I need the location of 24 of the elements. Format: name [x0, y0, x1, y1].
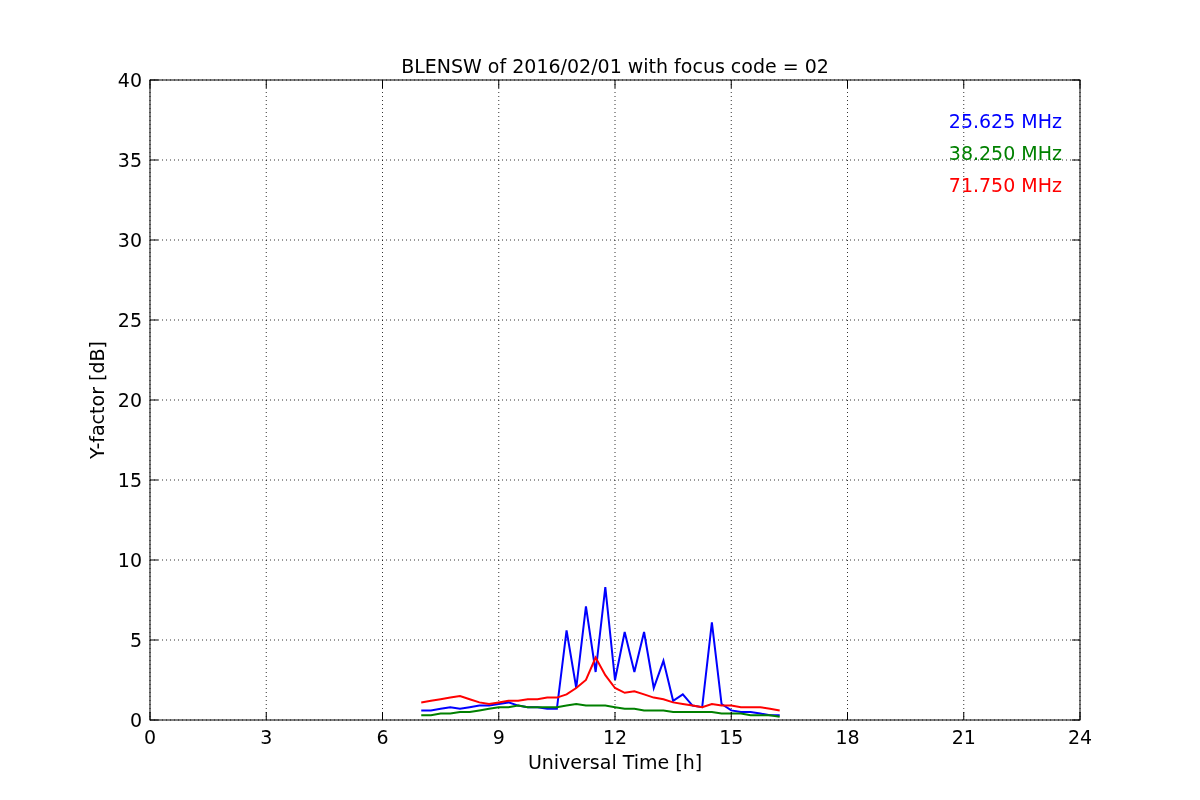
x-tick-label: 18 [835, 726, 860, 748]
y-tick-label: 0 [129, 709, 142, 731]
y-axis-label: Y-factor [dB] [86, 341, 108, 459]
x-tick-label: 12 [602, 726, 628, 748]
y-tick-label: 15 [117, 469, 142, 491]
chart-title: BLENSW of 2016/02/01 with focus code = 02 [401, 55, 829, 77]
x-tick-label: 6 [376, 726, 389, 748]
y-tick-label: 35 [117, 149, 142, 171]
x-tick-label: 15 [719, 726, 744, 748]
y-tick-label: 40 [117, 69, 142, 91]
x-tick-label: 21 [951, 726, 976, 748]
y-tick-label: 5 [129, 629, 142, 651]
legend-label: 71.750 MHz [948, 174, 1062, 196]
x-tick-label: 0 [143, 726, 157, 748]
x-tick-label: 24 [1067, 726, 1093, 748]
y-tick-label: 20 [117, 389, 142, 411]
y-tick-label: 25 [117, 309, 142, 331]
legend-label: 25.625 MHz [948, 110, 1062, 132]
x-axis-label: Universal Time [h] [527, 751, 703, 773]
y-tick-label: 10 [117, 549, 142, 571]
x-tick-label: 9 [492, 726, 505, 748]
x-tick-label: 3 [260, 726, 273, 748]
y-tick-label: 30 [117, 229, 142, 251]
legend-label: 38.250 MHz [948, 142, 1062, 164]
